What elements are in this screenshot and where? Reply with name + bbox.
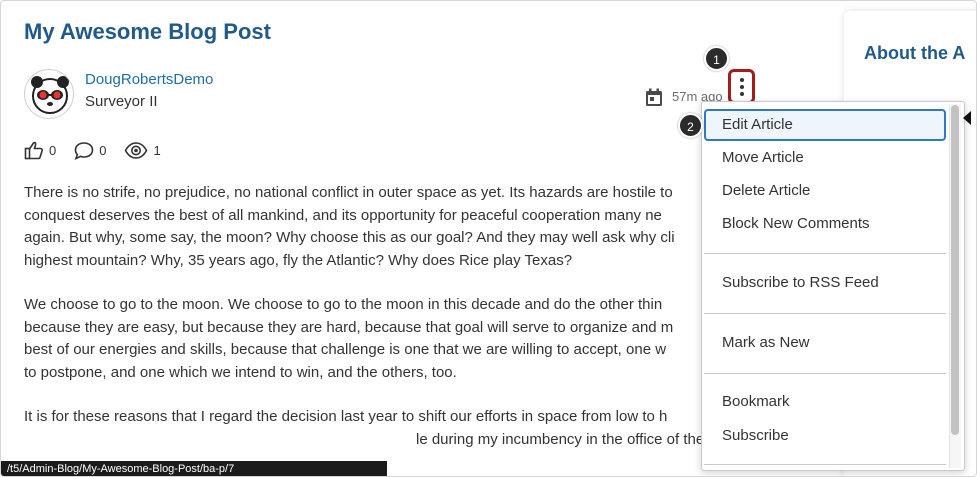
menu-item-bookmark[interactable]: Bookmark: [704, 386, 946, 418]
views-count: 1: [153, 143, 161, 158]
menu-item-move-article[interactable]: Move Article: [704, 142, 946, 174]
author-avatar[interactable]: [24, 69, 74, 119]
paragraph-2: We choose to go to the moon. We choose t…: [24, 296, 674, 381]
menu-item-subscribe-rss[interactable]: Subscribe to RSS Feed: [704, 267, 946, 299]
post-body: There is no strife, no prejudice, no nat…: [24, 182, 704, 473]
post-options-menu: Edit Article Move Article Delete Article…: [701, 101, 965, 471]
menu-item-subscribe[interactable]: Subscribe: [704, 420, 946, 452]
post-stats: 0 0 1: [24, 141, 179, 160]
paragraph-1: There is no strife, no prejudice, no nat…: [24, 184, 675, 269]
menu-item-delete-article[interactable]: Delete Article: [704, 175, 946, 207]
kebab-dot: [739, 91, 744, 96]
step-callout-2: 2: [678, 113, 703, 138]
views-stat: 1: [124, 141, 161, 160]
menu-divider: [704, 313, 946, 314]
calendar-icon: [646, 88, 662, 106]
menu-item-edit-article[interactable]: Edit Article: [704, 109, 946, 141]
menu-divider: [704, 464, 946, 465]
kebab-dot: [739, 84, 744, 89]
comments-count: 0: [99, 143, 107, 158]
post-title: My Awesome Blog Post: [24, 19, 271, 44]
menu-divider: [704, 253, 946, 254]
step-callout-1: 1: [704, 46, 729, 71]
eye-icon: [125, 142, 148, 159]
menu-scrollbar-thumb[interactable]: [951, 105, 959, 435]
comments-stat[interactable]: 0: [74, 141, 106, 160]
menu-divider: [704, 373, 946, 374]
author-role: Surveyor II: [85, 93, 158, 110]
comment-bubble-icon: [74, 142, 94, 160]
browser-viewport: My Awesome Blog Post DougRobertsDemo Sur…: [0, 0, 977, 477]
post-options-button[interactable]: [728, 69, 755, 104]
author-name-link[interactable]: DougRobertsDemo: [85, 71, 213, 88]
menu-item-mark-as-new[interactable]: Mark as New: [704, 327, 946, 359]
thumbs-up-icon: [24, 141, 43, 160]
link-status-bar: /t5/Admin-Blog/My-Awesome-Blog-Post/ba-p…: [1, 461, 387, 476]
kebab-dot: [739, 77, 744, 82]
likes-count: 0: [49, 143, 57, 158]
pointer-triangle-icon: [963, 111, 971, 125]
about-title: About the A: [864, 43, 966, 63]
likes-stat[interactable]: 0: [24, 141, 56, 160]
menu-item-block-new-comments[interactable]: Block New Comments: [704, 208, 946, 240]
paragraph-3: It is for these reasons that I regard th…: [24, 408, 704, 448]
